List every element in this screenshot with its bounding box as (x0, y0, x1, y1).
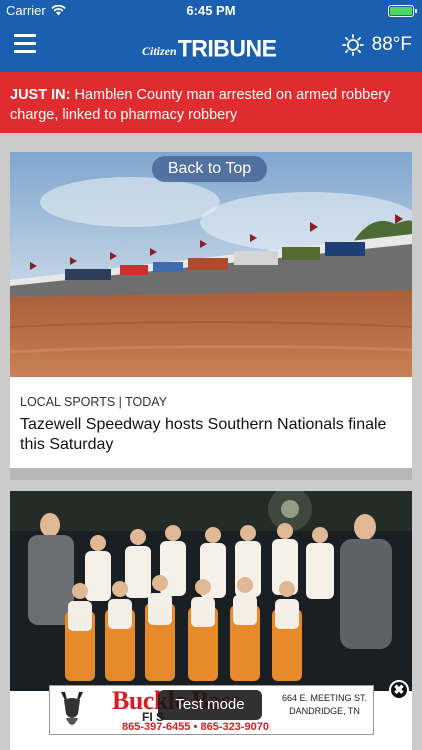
ad-phone-numbers: 865-397-6455 • 865-323-9070 (122, 721, 269, 733)
nav-bar: Citizen TRIBUNE 88°F (0, 22, 422, 72)
ad-close-button[interactable]: ✖ (389, 680, 409, 700)
clock: 6:45 PM (186, 3, 236, 18)
sun-icon (341, 34, 364, 56)
status-bar: Carrier 6:45 PM (0, 0, 422, 22)
back-to-top-button[interactable]: Back to Top (152, 156, 267, 182)
battery-fill (390, 7, 412, 15)
card-divider (10, 468, 412, 480)
article-title[interactable]: Tazewell Speedway hosts Southern Nationa… (20, 415, 406, 455)
hamburger-menu-button[interactable] (14, 34, 42, 58)
ad-address-line2: DANDRIDGE, TN (289, 706, 360, 716)
speedway-photo (10, 152, 412, 377)
menu-line (14, 42, 36, 45)
test-mode-badge: Test mode (158, 690, 262, 720)
citizen-tribune-logo[interactable]: Citizen TRIBUNE (142, 30, 277, 62)
battery-icon (388, 5, 417, 17)
deer-logo-icon (61, 691, 83, 725)
temperature: 88°F (371, 34, 412, 55)
article-card[interactable]: LOCAL SPORTS | TODAY Tazewell Speedway h… (10, 152, 412, 468)
menu-line (14, 50, 36, 53)
softball-team-photo (10, 491, 412, 691)
ad-address: 664 E. MEETING ST. DANDRIDGE, TN (282, 692, 367, 718)
article-feed[interactable]: LOCAL SPORTS | TODAY Tazewell Speedway h… (0, 133, 422, 750)
logo-prefix: Citizen (142, 44, 177, 58)
weather-widget[interactable]: 88°F (341, 34, 412, 56)
article-section: LOCAL SPORTS | TODAY (20, 395, 168, 409)
logo-main: TRIBUNE (177, 34, 277, 62)
menu-line (14, 34, 36, 37)
ad-address-line1: 664 E. MEETING ST. (281, 693, 367, 703)
breaking-tag: JUST IN: (10, 87, 71, 103)
breaking-news-banner[interactable]: JUST IN: Hamblen County man arrested on … (0, 72, 422, 133)
